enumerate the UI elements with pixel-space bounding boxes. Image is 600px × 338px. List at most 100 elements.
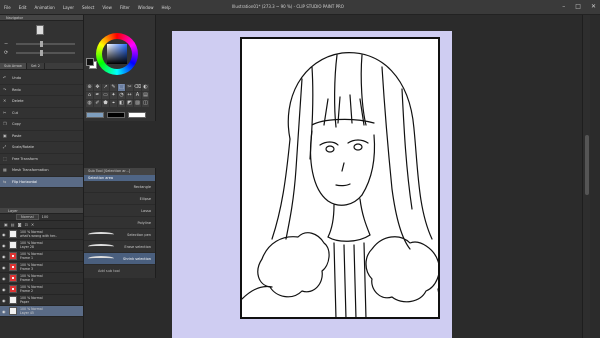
layer-thumbnail [9, 296, 17, 304]
blend-mode-dropdown[interactable]: Normal [16, 214, 39, 220]
layer-row[interactable]: ◉ 100 % Normal Layer 45 [0, 306, 83, 317]
rotate-slider[interactable] [16, 49, 75, 56]
subtool-item-copy[interactable]: ❐ Copy [0, 119, 83, 131]
menu-window[interactable]: Window [138, 5, 154, 10]
tool-button-icon[interactable]: ⬟ [102, 100, 109, 107]
folder-icon[interactable]: ▤ [11, 222, 15, 227]
tool-button-icon[interactable]: ◐ [142, 84, 149, 91]
color-set-swatch[interactable] [128, 112, 146, 118]
tool-button-icon[interactable]: ◩ [126, 100, 133, 107]
close-icon[interactable]: ✕ [591, 3, 596, 10]
menu-edit[interactable]: Edit [19, 5, 27, 10]
layer-row[interactable]: ◉ 100 % Normal what's wrong with her.. [0, 229, 83, 240]
menu-layer[interactable]: Layer [63, 5, 74, 10]
tool-button-icon[interactable]: ⬚ [118, 84, 125, 91]
navigator-thumbnail[interactable] [36, 25, 44, 35]
selection-shape-item[interactable]: Ellipse [84, 193, 155, 205]
lock-icon[interactable]: ⊡ [24, 222, 27, 227]
tool-button-icon[interactable]: ✐ [94, 100, 101, 107]
selection-shape-item[interactable]: Polyline [84, 217, 155, 229]
menu-animation[interactable]: Animation [34, 5, 54, 10]
layer-thumbnail [9, 307, 17, 315]
color-set-swatch[interactable] [107, 112, 125, 118]
tool-button-icon[interactable]: ▭ [102, 92, 109, 99]
tool-button-icon[interactable]: ◍ [86, 100, 93, 107]
selection-shape-item[interactable]: Lasso [84, 205, 155, 217]
tab-sub-arrow[interactable]: Sub Arrow [0, 63, 27, 69]
visibility-eye-icon[interactable]: ◉ [2, 254, 6, 259]
tool-button-icon[interactable]: ✂ [126, 84, 133, 91]
tool-button-icon[interactable]: A [134, 92, 141, 99]
color-set-swatch[interactable] [86, 112, 104, 118]
zoom-out-icon[interactable]: − [4, 41, 8, 47]
foreground-color-swatch[interactable] [86, 58, 94, 66]
rotate-icon[interactable]: ⟳ [4, 50, 8, 56]
subtool-item-undo[interactable]: ↶ Undo [0, 73, 83, 85]
layer-row[interactable]: ◉ 100 % Normal Frame 3 [0, 262, 83, 273]
layer-row[interactable]: ◉ 100 % Normal Layer 28 [0, 240, 83, 251]
subtool-item-scale-rotate[interactable]: ⤢ Scale/Rotate [0, 142, 83, 154]
menu-help[interactable]: Help [162, 5, 171, 10]
layer-text: 100 % Normal Frame 1 [20, 252, 43, 260]
tool-button-icon[interactable]: ⊕ [86, 84, 93, 91]
layer-row[interactable]: ◉ 100 % Normal Frame 4 [0, 273, 83, 284]
visibility-eye-icon[interactable]: ◉ [2, 309, 6, 314]
brush-label: Shrink selection [123, 256, 151, 261]
add-subtool-button[interactable]: Add sub tool [84, 265, 155, 273]
selection-shape-list: Rectangle Ellipse Lasso Polyline [84, 181, 155, 229]
visibility-eye-icon[interactable]: ◉ [2, 298, 6, 303]
tool-button-icon[interactable]: ◔ [118, 92, 125, 99]
subtool-item-delete[interactable]: ✕ Delete [0, 96, 83, 108]
tool-button-icon[interactable]: ✎ [110, 84, 117, 91]
brush-label: Erase selection [124, 244, 151, 249]
mask-icon[interactable]: ◙ [18, 222, 22, 227]
visibility-eye-icon[interactable]: ◉ [2, 232, 6, 237]
tool-button-icon[interactable]: ◧ [118, 100, 125, 107]
menu-select[interactable]: Select [82, 5, 94, 10]
tool-button-icon[interactable]: ⌂ [86, 92, 93, 99]
artboard[interactable] [240, 37, 440, 319]
layer-row[interactable]: ◉ 100 % Normal Paper [0, 295, 83, 306]
visibility-eye-icon[interactable]: ◉ [2, 265, 6, 270]
visibility-eye-icon[interactable]: ◉ [2, 287, 6, 292]
menu-file[interactable]: File [4, 5, 11, 10]
new-layer-icon[interactable]: ▣ [4, 222, 8, 227]
menu-filter[interactable]: Filter [120, 5, 130, 10]
subtool-item-redo[interactable]: ↷ Redo [0, 85, 83, 96]
minimize-icon[interactable]: – [562, 3, 565, 10]
tab-set-2[interactable]: Set 2 [27, 63, 46, 69]
subtool-item-paste[interactable]: ▣ Paste [0, 131, 83, 142]
tool-button-icon[interactable]: ◫ [142, 100, 149, 107]
maximize-icon[interactable]: □ [575, 3, 581, 10]
tool-button-icon[interactable]: ✥ [94, 84, 101, 91]
visibility-eye-icon[interactable]: ◉ [2, 276, 6, 281]
tool-button-icon[interactable]: ↔ [126, 92, 133, 99]
tool-button-icon[interactable]: ▨ [134, 100, 141, 107]
selection-brush-item[interactable]: Shrink selection [84, 253, 155, 265]
tool-property-tab[interactable]: Sub Tool [Selection ar...] [84, 168, 155, 175]
saturation-value-square[interactable] [107, 44, 127, 64]
opacity-value[interactable]: 100 [42, 215, 49, 219]
tool-button-icon[interactable]: ✒ [94, 92, 101, 99]
subtool-item-free-transform[interactable]: ⬚ Free Transform [0, 154, 83, 165]
zoom-slider[interactable] [16, 40, 75, 47]
layer-row[interactable]: ◉ 100 % Normal Frame 1 [0, 251, 83, 262]
tool-button-icon[interactable]: ↗ [102, 84, 109, 91]
visibility-eye-icon[interactable]: ◉ [2, 243, 6, 248]
selection-brush-item[interactable]: Erase selection [84, 241, 155, 253]
tool-button-icon[interactable]: ▤ [142, 92, 149, 99]
trash-icon[interactable]: ✕ [31, 222, 34, 227]
subtool-item-cut[interactable]: ✂ Cut [0, 108, 83, 119]
menu-view[interactable]: View [102, 5, 112, 10]
tool-button-icon[interactable]: ✦ [110, 92, 117, 99]
selection-brush-item[interactable]: Selection pen [84, 229, 155, 241]
tool-button-icon[interactable]: ⌫ [134, 84, 141, 91]
layer-row[interactable]: ◉ 100 % Normal Frame 2 [0, 284, 83, 295]
subtool-item-mesh-transformation[interactable]: ▦ Mesh Transformation [0, 165, 83, 177]
flip-icon: ⇆ [3, 178, 7, 184]
vertical-scrollbar[interactable] [582, 15, 590, 338]
selection-shape-item[interactable]: Rectangle [84, 181, 155, 193]
subtool-item-flip-horizontal[interactable]: ⇆ Flip Horizontal [0, 176, 83, 188]
tool-button-icon[interactable]: ⌖ [110, 100, 117, 107]
navigator-panel: Navigator − ⟳ [0, 15, 84, 63]
